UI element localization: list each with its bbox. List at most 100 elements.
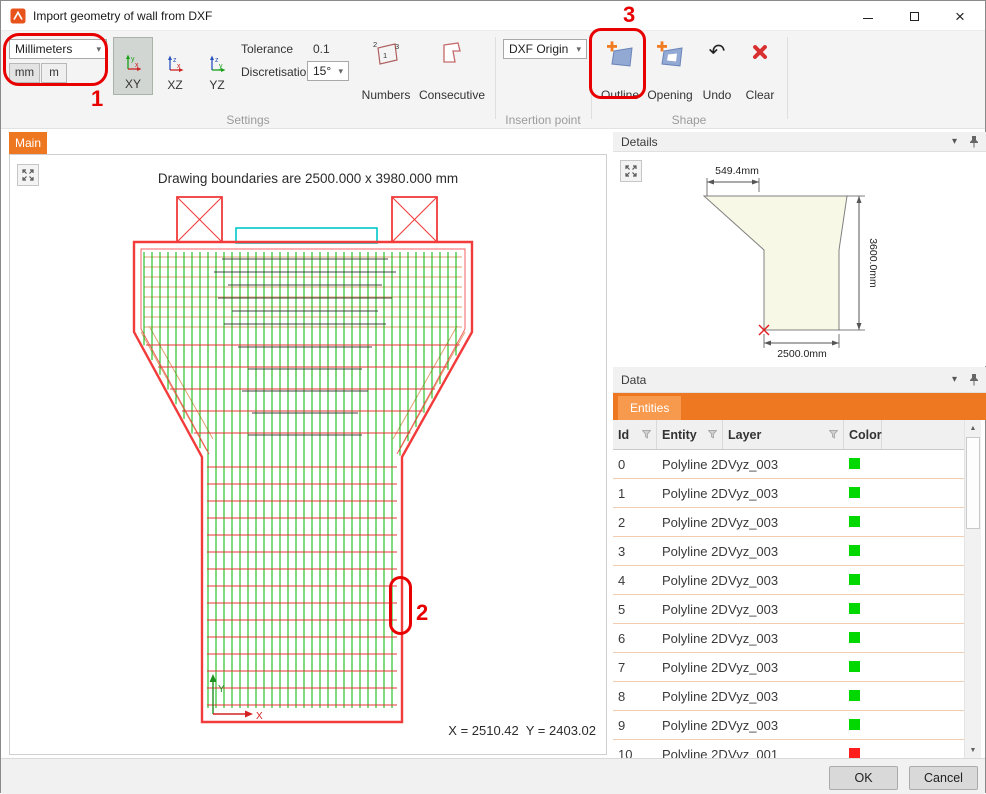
close-icon: × bbox=[955, 8, 965, 25]
group-separator bbox=[591, 37, 592, 119]
scrollbar-thumb[interactable] bbox=[966, 437, 980, 529]
consecutive-icon bbox=[438, 39, 466, 67]
table-row[interactable]: 2Polyline 2DVyz_003 bbox=[613, 508, 964, 537]
insertion-point-dropdown[interactable]: DXF Origin ▾ bbox=[503, 39, 587, 59]
entity-color-swatch bbox=[849, 516, 860, 527]
numbers-button[interactable]: 2 3 1 Numbers bbox=[357, 35, 415, 105]
entity-color-swatch bbox=[849, 458, 860, 469]
table-row[interactable]: 3Polyline 2DVyz_003 bbox=[613, 537, 964, 566]
tolerance-label: Tolerance bbox=[241, 42, 293, 56]
entity-color-swatch bbox=[849, 748, 860, 759]
consecutive-button[interactable]: Consecutive bbox=[415, 35, 489, 105]
shape-group-label: Shape bbox=[591, 113, 787, 127]
close-button[interactable]: × bbox=[937, 1, 983, 31]
discretisation-dropdown[interactable]: 15° ▾ bbox=[307, 61, 349, 81]
minimize-button[interactable] bbox=[845, 1, 891, 31]
details-canvas: 549.4mm3600.0mm2500.0mm bbox=[613, 152, 986, 366]
svg-text:y: y bbox=[219, 63, 223, 70]
svg-text:2500.0mm: 2500.0mm bbox=[777, 348, 827, 360]
cursor-coordinates: X = 2510.42 Y = 2403.02 bbox=[448, 723, 596, 738]
opening-icon bbox=[655, 39, 685, 69]
table-row[interactable]: 5Polyline 2DVyz_003 bbox=[613, 595, 964, 624]
plane-xz-label: XZ bbox=[167, 78, 182, 92]
table-row[interactable]: 0Polyline 2DVyz_003 bbox=[613, 450, 964, 479]
data-title: Data bbox=[621, 373, 646, 387]
discretisation-value: 15° bbox=[313, 64, 331, 78]
undo-button[interactable]: ↶ Undo bbox=[697, 35, 737, 105]
expand-icon bbox=[21, 168, 35, 182]
table-row[interactable]: 1Polyline 2DVyz_003 bbox=[613, 479, 964, 508]
clear-icon bbox=[750, 42, 770, 62]
svg-text:1: 1 bbox=[383, 51, 387, 60]
table-row[interactable]: 10Polyline 2DVyz_001 bbox=[613, 740, 964, 758]
entity-color-swatch bbox=[849, 545, 860, 556]
plane-yz-button[interactable]: z y YZ bbox=[197, 37, 237, 95]
filter-icon[interactable] bbox=[708, 430, 717, 439]
table-header: Id Entity Layer Color bbox=[613, 420, 964, 450]
wall-canvas[interactable]: Drawing boundaries are 2500.000 x 3980.0… bbox=[9, 154, 607, 755]
consecutive-label: Consecutive bbox=[419, 88, 485, 105]
clear-button[interactable]: Clear bbox=[739, 35, 781, 105]
column-header-id[interactable]: Id bbox=[613, 420, 657, 449]
opening-label: Opening bbox=[647, 88, 692, 105]
unit-m-button[interactable]: m bbox=[41, 63, 67, 83]
outline-icon bbox=[605, 39, 635, 69]
svg-text:x: x bbox=[135, 62, 139, 69]
data-header[interactable]: Data ▾ bbox=[613, 367, 986, 393]
svg-text:x: x bbox=[177, 63, 181, 70]
svg-text:3600.0mm: 3600.0mm bbox=[867, 238, 879, 288]
maximize-icon bbox=[910, 12, 919, 21]
entity-color-swatch bbox=[849, 690, 860, 701]
filter-icon[interactable] bbox=[829, 430, 838, 439]
data-collapse-icon[interactable]: ▾ bbox=[952, 374, 969, 385]
details-expand-button[interactable] bbox=[620, 160, 642, 182]
column-header-color[interactable]: Color bbox=[844, 420, 882, 449]
maximize-button[interactable] bbox=[891, 1, 937, 31]
table-row[interactable]: 7Polyline 2DVyz_003 bbox=[613, 653, 964, 682]
data-tabbar: Entities bbox=[613, 393, 986, 420]
tab-entities[interactable]: Entities bbox=[618, 396, 681, 420]
entity-color-swatch bbox=[849, 487, 860, 498]
unit-mm-button[interactable]: mm bbox=[9, 63, 40, 83]
table-row[interactable]: 9Polyline 2DVyz_003 bbox=[613, 711, 964, 740]
expand-icon bbox=[624, 164, 638, 178]
ribbon: Millimeters ▾ mm m y x XY z x bbox=[1, 31, 985, 129]
details-pin-icon[interactable] bbox=[969, 135, 979, 148]
svg-text:Y: Y bbox=[218, 684, 225, 695]
wall-drawing: YX bbox=[10, 155, 606, 754]
filter-icon[interactable] bbox=[642, 430, 651, 439]
svg-text:X: X bbox=[256, 711, 263, 722]
entities-body: 0Polyline 2DVyz_0031Polyline 2DVyz_0032P… bbox=[613, 450, 964, 758]
undo-icon: ↶ bbox=[709, 39, 726, 65]
data-pin-icon[interactable] bbox=[969, 373, 979, 386]
column-header-layer[interactable]: Layer bbox=[723, 420, 844, 449]
minimize-icon bbox=[863, 18, 873, 19]
scroll-up-button[interactable]: ▲ bbox=[965, 420, 981, 436]
column-header-entity[interactable]: Entity bbox=[657, 420, 723, 449]
app-icon bbox=[10, 8, 26, 24]
table-row[interactable]: 8Polyline 2DVyz_003 bbox=[613, 682, 964, 711]
titlebar: Import geometry of wall from DXF × bbox=[1, 1, 985, 31]
table-row[interactable]: 4Polyline 2DVyz_003 bbox=[613, 566, 964, 595]
tab-main[interactable]: Main bbox=[9, 132, 47, 154]
window-title: Import geometry of wall from DXF bbox=[33, 9, 212, 23]
tolerance-value[interactable]: 0.1 bbox=[313, 42, 330, 56]
opening-button[interactable]: Opening bbox=[645, 35, 695, 105]
group-separator bbox=[787, 37, 788, 119]
table-row[interactable]: 6Polyline 2DVyz_003 bbox=[613, 624, 964, 653]
clear-label: Clear bbox=[746, 88, 775, 105]
details-header[interactable]: Details ▾ bbox=[613, 132, 986, 152]
scroll-down-button[interactable]: ▼ bbox=[965, 742, 981, 758]
expand-button[interactable] bbox=[17, 164, 39, 186]
outline-button[interactable]: Outline bbox=[595, 35, 645, 105]
plane-xy-button[interactable]: y x XY bbox=[113, 37, 153, 95]
table-scrollbar[interactable]: ▲ ▼ bbox=[964, 420, 981, 758]
footer: OK Cancel bbox=[1, 758, 985, 794]
ok-button[interactable]: OK bbox=[829, 766, 898, 790]
plane-xz-button[interactable]: z x XZ bbox=[155, 37, 195, 95]
cancel-button[interactable]: Cancel bbox=[909, 766, 978, 790]
units-dropdown[interactable]: Millimeters ▾ bbox=[9, 39, 107, 59]
entity-color-swatch bbox=[849, 661, 860, 672]
caret-icon: ▾ bbox=[334, 66, 343, 77]
details-collapse-icon[interactable]: ▾ bbox=[952, 136, 969, 147]
